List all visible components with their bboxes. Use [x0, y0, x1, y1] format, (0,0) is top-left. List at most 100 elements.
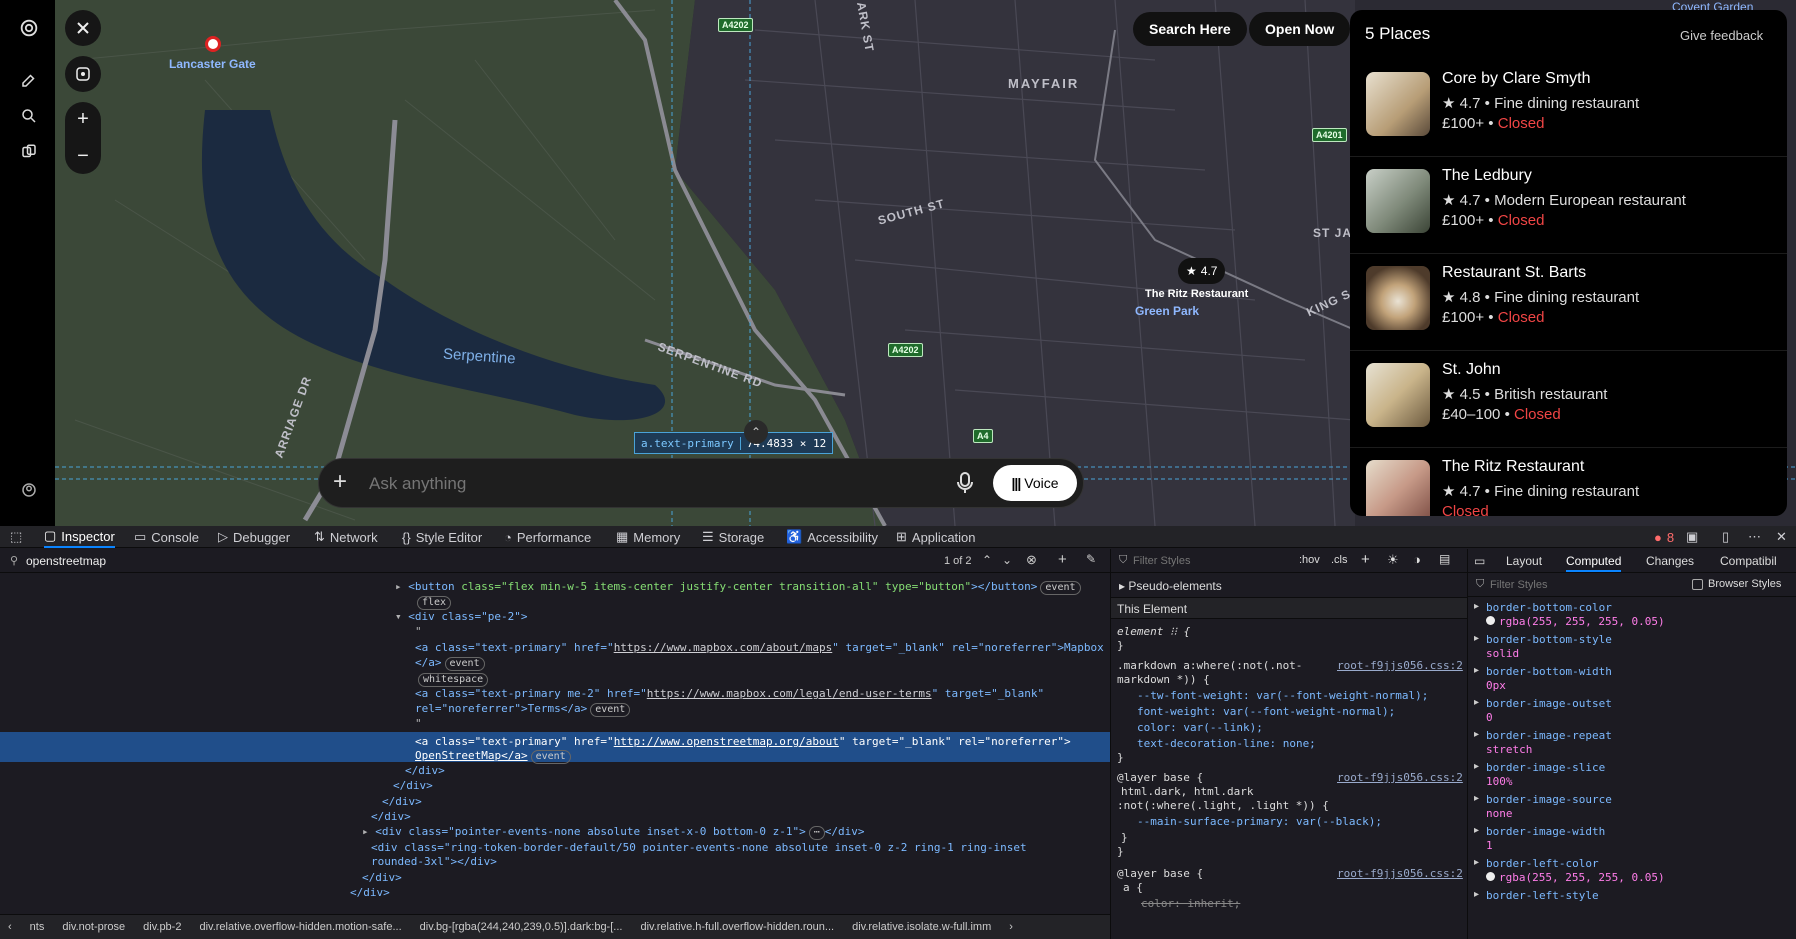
rule-selector[interactable]: html.dark, html.dark — [1121, 785, 1253, 798]
breadcrumb-item[interactable]: div.relative.overflow-hidden.motion-safe… — [199, 921, 401, 933]
expand-icon[interactable]: ▸ — [1474, 601, 1479, 612]
markup-line[interactable]: rel="noreferrer">Terms</a> event — [415, 702, 631, 717]
rules-filter-input[interactable] — [1133, 552, 1273, 570]
rule-declaration[interactable]: text-decoration-line: none; — [1137, 737, 1316, 750]
dock-side-icon[interactable]: ▣ — [1686, 526, 1698, 548]
place-item-3[interactable]: St. John ★ 4.5 • British restaurant £40–… — [1350, 351, 1787, 448]
markup-line[interactable]: rounded-3xl"></div> — [371, 855, 497, 868]
breadcrumb-item[interactable]: div.relative.isolate.w-full.imm — [852, 921, 991, 933]
expand-icon[interactable]: ▸ — [1474, 889, 1479, 900]
computed-filter-input[interactable] — [1490, 576, 1640, 594]
markup-view[interactable]: ⚲ 1 of 2 ⌃ ⌄ ⊗ + ✎ ▸ <button class="flex… — [0, 549, 1110, 939]
open-now-button[interactable]: Open Now — [1249, 12, 1351, 46]
rules-view[interactable]: ⛉ :hov .cls + ☀ ◑ ▤ ▸ Pseudo-elements Th… — [1110, 549, 1467, 939]
computed-prop-name[interactable]: border-bottom-width — [1486, 665, 1612, 678]
tab-style-editor[interactable]: {} Style Editor — [402, 526, 482, 548]
sidebar-toggle-icon[interactable]: ▭ — [1474, 554, 1485, 568]
markup-line[interactable]: " — [415, 625, 422, 638]
markup-line[interactable]: ▸ <button class="flex min-w-5 items-cent… — [395, 580, 1081, 595]
new-chat-icon[interactable] — [14, 65, 44, 95]
computed-prop-name[interactable]: border-image-repeat — [1486, 729, 1612, 742]
computed-view[interactable]: ▭ Layout Computed Changes Compatibil ⛉ B… — [1467, 549, 1796, 939]
markup-search-input[interactable] — [26, 552, 626, 570]
markup-line[interactable]: </div> — [362, 871, 402, 884]
expand-icon[interactable]: ▸ — [1474, 761, 1479, 772]
search-prev-icon[interactable]: ⌃ — [982, 553, 992, 567]
rule-selector[interactable]: markdown *)) { — [1117, 673, 1210, 686]
markup-line[interactable]: </div> — [393, 779, 433, 792]
expand-icon[interactable]: ▸ — [1474, 825, 1479, 836]
tab-storage[interactable]: ☰ Storage — [702, 526, 764, 548]
color-swatch[interactable] — [1486, 616, 1495, 625]
rule-source-link[interactable]: root-f9jjs056.css:2 — [1337, 867, 1463, 880]
place-item-4[interactable]: The Ritz Restaurant ★ 4.7 • Fine dining … — [1350, 448, 1787, 516]
tab-inspector[interactable]: ▢ Inspector — [44, 526, 115, 548]
tab-performance[interactable]: ◔ Performance — [504, 526, 591, 548]
chevron-up-icon[interactable]: ⌃ — [744, 420, 768, 444]
breadcrumb-item[interactable]: nts — [30, 921, 45, 933]
zoom-out-button[interactable]: − — [77, 145, 89, 168]
computed-prop-name[interactable]: border-left-style — [1486, 889, 1599, 902]
search-next-icon[interactable]: ⌄ — [1002, 553, 1012, 567]
place-item-1[interactable]: The Ledbury ★ 4.7 • Modern European rest… — [1350, 157, 1787, 254]
breadcrumb-item[interactable]: div.relative.h-full.overflow-hidden.roun… — [640, 921, 834, 933]
computed-prop-name[interactable]: border-image-source — [1486, 793, 1612, 806]
clear-search-icon[interactable]: ⊗ — [1026, 552, 1037, 568]
tab-network[interactable]: ⇅ Network — [314, 526, 378, 548]
openai-logo-icon[interactable] — [14, 13, 44, 43]
rule-declaration-overridden[interactable]: color: inherit; — [1141, 897, 1240, 910]
tab-memory[interactable]: ▦ Memory — [616, 526, 680, 548]
expand-icon[interactable]: ▸ — [1474, 697, 1479, 708]
error-count-badge[interactable]: ● 8 — [1654, 526, 1674, 548]
microphone-icon[interactable] — [957, 472, 973, 499]
computed-prop-name[interactable]: border-bottom-style — [1486, 633, 1612, 646]
eyedropper-icon[interactable]: ✎ — [1086, 552, 1096, 566]
add-rule-icon[interactable]: + — [1361, 551, 1370, 568]
profile-icon[interactable] — [14, 475, 44, 505]
breadcrumb-next-icon[interactable]: › — [1009, 921, 1013, 933]
computed-prop-name[interactable]: border-left-color — [1486, 857, 1599, 870]
markup-line[interactable]: ▸ <div class="pointer-events-none absolu… — [362, 825, 865, 840]
element-picker-icon[interactable]: ⬚ — [10, 526, 22, 548]
close-devtools-icon[interactable]: ✕ — [1776, 526, 1787, 548]
markup-line[interactable]: </div> — [371, 810, 411, 823]
markup-line[interactable]: <a class="text-primary me-2" href="https… — [415, 687, 1044, 700]
rule-declaration[interactable]: font-weight: var(--font-weight-normal); — [1137, 705, 1395, 718]
expand-icon[interactable]: ▸ — [1474, 793, 1479, 804]
ask-input[interactable] — [369, 471, 929, 497]
markup-line[interactable]: </div> — [382, 795, 422, 808]
map-label-ritz[interactable]: The Ritz Restaurant — [1145, 288, 1248, 300]
library-icon[interactable] — [14, 137, 44, 167]
tab-changes[interactable]: Changes — [1646, 554, 1694, 568]
give-feedback-link[interactable]: Give feedback — [1680, 28, 1763, 43]
computed-prop-name[interactable]: border-image-width — [1486, 825, 1605, 838]
plus-icon[interactable]: + — [333, 469, 347, 495]
markup-line[interactable]: <div class="ring-token-border-default/50… — [371, 841, 1027, 854]
search-icon[interactable] — [14, 101, 44, 131]
rule-selector[interactable]: a { — [1123, 881, 1143, 894]
breadcrumb-item[interactable]: div.pb-2 — [143, 921, 181, 933]
rule-source-link[interactable]: root-f9jjs056.css:2 — [1337, 659, 1463, 672]
locate-button[interactable] — [65, 56, 101, 92]
ellipsis-icon[interactable]: ⋯ — [808, 826, 825, 840]
markup-line[interactable]: </a> event — [415, 656, 485, 671]
tab-accessibility[interactable]: ♿ Accessibility — [786, 526, 878, 548]
rule-declaration[interactable]: color: var(--link); — [1137, 721, 1263, 734]
tab-compatibility[interactable]: Compatibil — [1720, 554, 1777, 568]
color-swatch[interactable] — [1486, 872, 1495, 881]
class-toggle[interactable]: .cls — [1331, 554, 1348, 566]
tab-layout[interactable]: Layout — [1506, 554, 1542, 568]
voice-button[interactable]: ||| Voice — [993, 465, 1077, 501]
breadcrumb-item[interactable]: div.bg-[rgba(244,240,239,0.5)].dark:bg-[… — [420, 921, 623, 933]
markup-line[interactable]: </div> — [350, 886, 390, 899]
rule-selector[interactable]: @layer base { — [1117, 771, 1203, 784]
rule-selector[interactable]: .markdown a:where(:not(.not- — [1117, 659, 1302, 672]
markup-line[interactable]: </div> — [405, 764, 445, 777]
hover-state-toggle[interactable]: :hov — [1299, 554, 1320, 566]
close-map-button[interactable] — [65, 10, 101, 46]
dark-mode-icon[interactable]: ◑ — [1413, 552, 1421, 567]
tab-debugger[interactable]: ▷ Debugger — [218, 526, 290, 548]
place-item-0[interactable]: Core by Clare Smyth ★ 4.7 • Fine dining … — [1350, 60, 1787, 157]
markup-line[interactable]: ▾ <div class="pe-2"> — [395, 610, 527, 623]
computed-prop-name[interactable]: border-image-outset — [1486, 697, 1612, 710]
